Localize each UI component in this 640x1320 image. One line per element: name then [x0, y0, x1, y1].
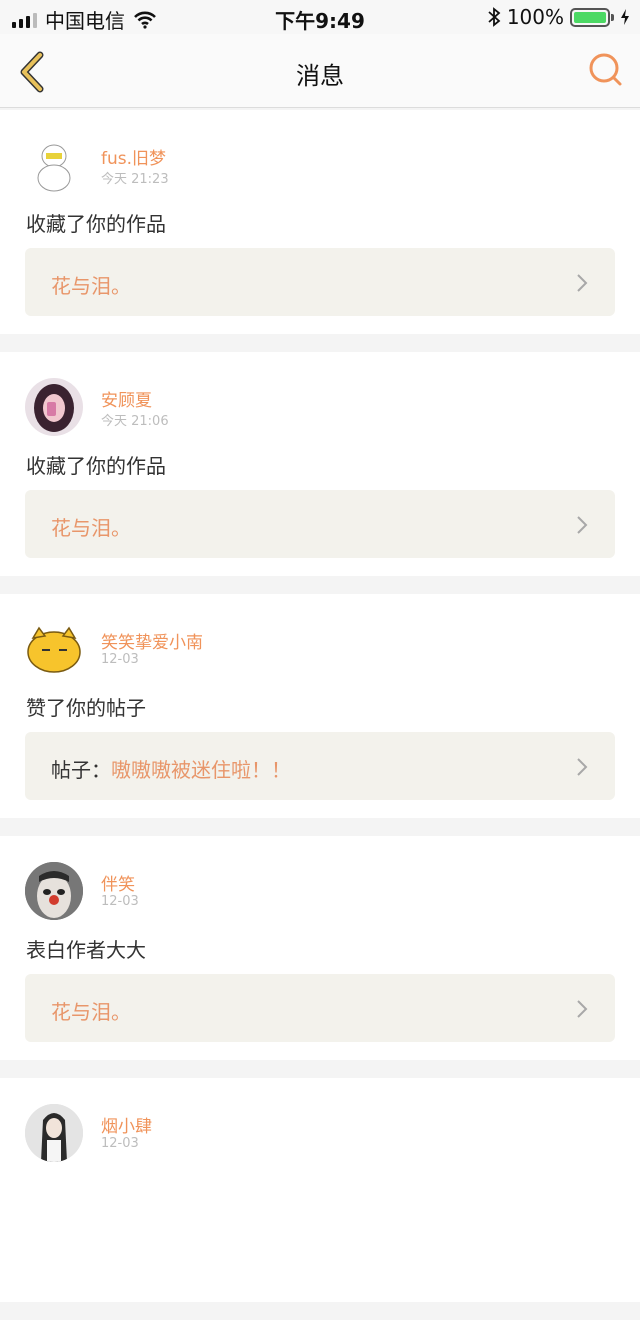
reference-title: 嗷嗷嗷被迷住啦！！: [111, 758, 291, 782]
reference-text: 帖子：嗷嗷嗷被迷住啦！！: [51, 754, 291, 783]
battery-icon: [570, 7, 614, 27]
reference-link[interactable]: 花与泪。: [25, 974, 615, 1042]
user-name[interactable]: fus.旧梦: [101, 144, 166, 169]
message-time: 12-03: [101, 894, 139, 909]
reference-text: 花与泪。: [51, 512, 131, 541]
charging-icon: [621, 9, 629, 25]
user-name[interactable]: 安顾夏: [101, 386, 152, 411]
chevron-right-icon: [577, 516, 588, 534]
message-card: fus.旧梦 今天 21:23 收藏了你的作品 花与泪。: [0, 110, 640, 334]
reference-text: 花与泪。: [51, 270, 131, 299]
battery-percent: 100%: [506, 5, 564, 29]
reference-prefix: 帖子：: [51, 758, 111, 782]
reference-title: 花与泪。: [51, 1000, 131, 1024]
reference-text: 花与泪。: [51, 996, 131, 1025]
chevron-right-icon: [577, 1000, 588, 1018]
message-time: 12-03: [101, 652, 139, 667]
message-action: 收藏了你的作品: [26, 454, 166, 478]
chevron-right-icon: [577, 274, 588, 292]
bluetooth-icon: [488, 7, 501, 27]
message-time: 今天 21:06: [101, 414, 169, 429]
nav-bar: 消息: [0, 34, 640, 108]
message-card: 烟小肆 12-03: [0, 1078, 640, 1302]
message-action: 收藏了你的作品: [26, 212, 166, 236]
user-name[interactable]: 烟小肆: [101, 1112, 152, 1137]
search-icon[interactable]: [586, 50, 626, 90]
user-name[interactable]: 伴笑: [101, 870, 135, 895]
avatar[interactable]: [25, 620, 83, 678]
page-title: 消息: [296, 62, 344, 90]
user-name[interactable]: 笑笑挚爱小南: [101, 628, 203, 653]
status-bar: 中国电信 下午9:49 100%: [0, 0, 640, 34]
reference-link[interactable]: 花与泪。: [25, 490, 615, 558]
message-action: 表白作者大大: [26, 938, 146, 962]
status-right: 100%: [487, 5, 630, 29]
avatar[interactable]: [25, 378, 83, 436]
message-card: 伴笑 12-03 表白作者大大 花与泪。: [0, 836, 640, 1060]
reference-title: 花与泪。: [51, 274, 131, 298]
reference-title: 花与泪。: [51, 516, 131, 540]
message-time: 12-03: [101, 1136, 139, 1151]
avatar[interactable]: [25, 862, 83, 920]
avatar[interactable]: [25, 1104, 83, 1162]
message-card: 笑笑挚爱小南 12-03 赞了你的帖子 帖子：嗷嗷嗷被迷住啦！！: [0, 594, 640, 818]
message-card: 安顾夏 今天 21:06 收藏了你的作品 花与泪。: [0, 352, 640, 576]
reference-link[interactable]: 花与泪。: [25, 248, 615, 316]
chevron-right-icon: [577, 758, 588, 776]
message-action: 赞了你的帖子: [26, 696, 146, 720]
avatar[interactable]: [25, 136, 83, 194]
reference-link[interactable]: 帖子：嗷嗷嗷被迷住啦！！: [25, 732, 615, 800]
message-time: 今天 21:23: [101, 172, 169, 187]
